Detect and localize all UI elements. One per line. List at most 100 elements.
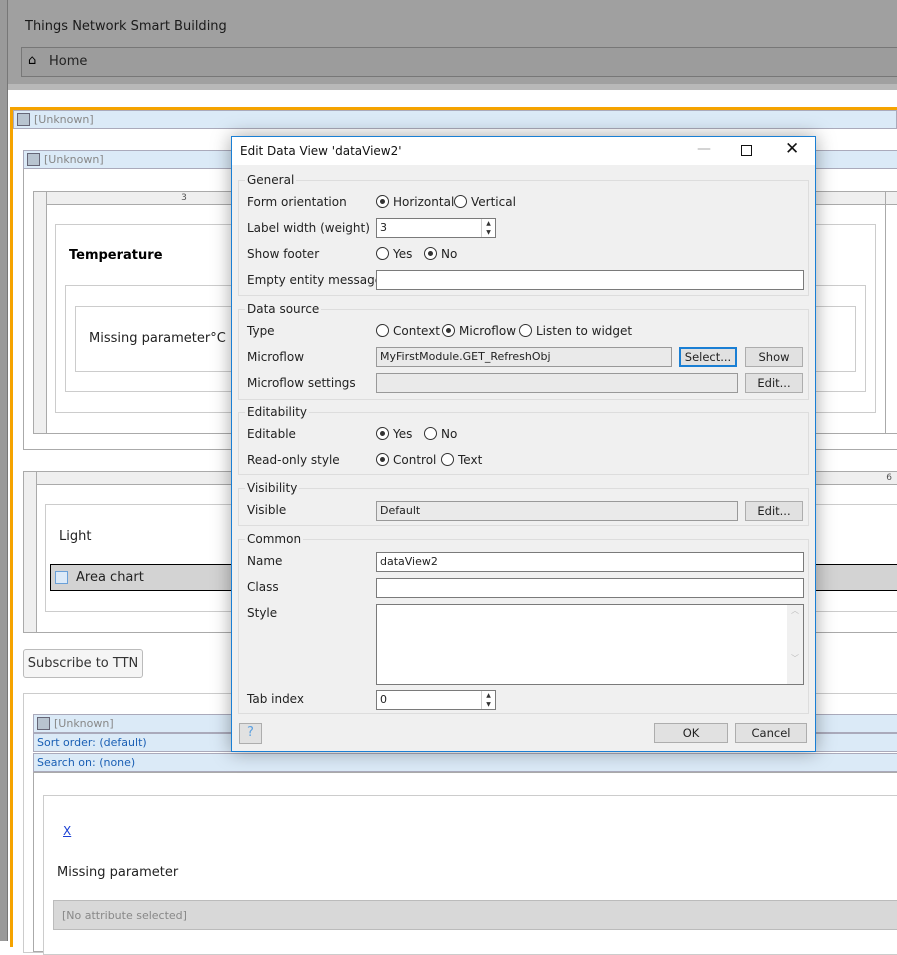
- listview-icon: [37, 717, 50, 730]
- home-label: Home: [49, 54, 88, 69]
- radio-icon: [376, 195, 389, 208]
- group-label: Editability: [245, 405, 310, 419]
- data-source-group: Data source Type Context Microflow Liste…: [238, 302, 809, 400]
- field-label: Empty entity message: [247, 273, 383, 287]
- subscribe-button[interactable]: Subscribe to TTN: [23, 649, 143, 678]
- label-width-stepper[interactable]: 3 ▲ ▼: [376, 218, 496, 238]
- field-label: Microflow settings: [247, 376, 356, 390]
- row-handle[interactable]: [24, 472, 37, 632]
- radio-context[interactable]: Context: [376, 324, 440, 338]
- select-button[interactable]: Select...: [679, 347, 737, 367]
- scrollbar[interactable]: ︿ ﹀: [787, 605, 803, 684]
- radio-editable-yes[interactable]: Yes: [376, 427, 412, 441]
- help-icon[interactable]: ?: [239, 723, 262, 744]
- field-label: Type: [247, 324, 275, 338]
- option-label: Vertical: [471, 195, 516, 209]
- entity-label: [Unknown]: [54, 717, 114, 730]
- app-title: Things Network Smart Building: [25, 19, 227, 34]
- home-nav[interactable]: ⌂ Home: [21, 47, 897, 77]
- option-label: No: [441, 247, 458, 261]
- settings-edit-button[interactable]: Edit...: [745, 373, 803, 393]
- light-title: Light: [59, 529, 92, 544]
- spinner-icon[interactable]: ▲ ▼: [481, 219, 495, 237]
- general-group: General Form orientation Horizontal Vert…: [238, 173, 809, 296]
- area-chart-label: Area chart: [76, 570, 144, 585]
- radio-horizontal[interactable]: Horizontal: [376, 195, 454, 209]
- spinner-icon[interactable]: ▲ ▼: [481, 691, 495, 709]
- field-label: Class: [247, 580, 279, 594]
- radio-text[interactable]: Text: [441, 453, 482, 467]
- close-icon[interactable]: ✕: [785, 139, 799, 159]
- radio-icon: [424, 427, 437, 440]
- radio-listen[interactable]: Listen to widget: [519, 324, 632, 338]
- visibility-group: Visibility Visible Default Edit...: [238, 481, 809, 526]
- search-on[interactable]: Search on: (none): [33, 753, 897, 772]
- group-label: Visibility: [245, 481, 300, 495]
- separator: [8, 84, 897, 90]
- ok-button[interactable]: OK: [654, 723, 728, 743]
- group-label: General: [245, 173, 297, 187]
- edit-data-view-dialog: Edit Data View 'dataView2' — ✕ General F…: [231, 136, 816, 752]
- cancel-button[interactable]: Cancel: [735, 723, 807, 743]
- field-label: Show footer: [247, 247, 320, 261]
- column-divider: [885, 192, 886, 433]
- style-textarea[interactable]: ︿ ﹀: [376, 604, 804, 685]
- column-weight: 3: [181, 193, 187, 203]
- area-chart-icon: [55, 571, 68, 584]
- option-label: Context: [393, 324, 441, 338]
- field-label: Microflow: [247, 350, 305, 364]
- radio-icon: [376, 427, 389, 440]
- option-label: Yes: [393, 247, 413, 261]
- visible-edit-button[interactable]: Edit...: [745, 501, 803, 521]
- common-group: Common Name dataView2 Class Style ︿ ﹀ Tab…: [238, 532, 809, 714]
- class-input[interactable]: [376, 578, 804, 598]
- radio-icon: [376, 453, 389, 466]
- field-label: Form orientation: [247, 195, 347, 209]
- radio-footer-no[interactable]: No: [424, 247, 457, 261]
- radio-control[interactable]: Control: [376, 453, 436, 467]
- temperature-value: Missing parameter°C: [89, 331, 226, 346]
- option-label: Yes: [393, 427, 413, 441]
- field-label: Style: [247, 606, 278, 620]
- radio-icon: [519, 324, 532, 337]
- radio-icon: [441, 453, 454, 466]
- option-label: Text: [458, 453, 483, 467]
- temperature-title: Temperature: [69, 248, 163, 263]
- empty-entity-message-input[interactable]: [376, 270, 804, 290]
- group-label: Data source: [245, 302, 322, 316]
- dataview-icon: [17, 113, 30, 126]
- option-label: Listen to widget: [536, 324, 633, 338]
- dataview-header: [Unknown]: [13, 110, 897, 129]
- tab-index-stepper[interactable]: 0 ▲ ▼: [376, 690, 496, 710]
- option-label: Horizontal: [393, 195, 455, 209]
- attribute-input[interactable]: [No attribute selected]: [53, 900, 897, 930]
- minimize-icon[interactable]: —: [697, 141, 711, 157]
- visible-input[interactable]: Default: [376, 501, 738, 521]
- radio-icon: [442, 324, 455, 337]
- show-button[interactable]: Show: [745, 347, 803, 367]
- microflow-settings-input[interactable]: [376, 373, 738, 393]
- row-handle[interactable]: [34, 192, 47, 433]
- stepper-value: 3: [380, 221, 387, 234]
- radio-icon: [376, 324, 389, 337]
- x-link[interactable]: X: [63, 824, 71, 838]
- radio-icon: [454, 195, 467, 208]
- maximize-icon[interactable]: [741, 145, 752, 156]
- name-input[interactable]: dataView2: [376, 552, 804, 572]
- microflow-input[interactable]: MyFirstModule.GET_RefreshObj: [376, 347, 672, 367]
- stepper-value: 0: [380, 693, 387, 706]
- radio-editable-no[interactable]: No: [424, 427, 457, 441]
- group-label: Common: [245, 532, 304, 546]
- radio-microflow[interactable]: Microflow: [442, 324, 516, 338]
- radio-footer-yes[interactable]: Yes: [376, 247, 412, 261]
- field-label: Label width (weight): [247, 221, 370, 235]
- radio-icon: [424, 247, 437, 260]
- left-frame: [0, 0, 8, 941]
- radio-vertical[interactable]: Vertical: [454, 195, 516, 209]
- dialog-titlebar: Edit Data View 'dataView2' — ✕: [232, 137, 815, 165]
- radio-icon: [376, 247, 389, 260]
- option-label: Control: [393, 453, 437, 467]
- field-label: Read-only style: [247, 453, 340, 467]
- option-label: No: [441, 427, 458, 441]
- column-weight: 6: [886, 473, 892, 483]
